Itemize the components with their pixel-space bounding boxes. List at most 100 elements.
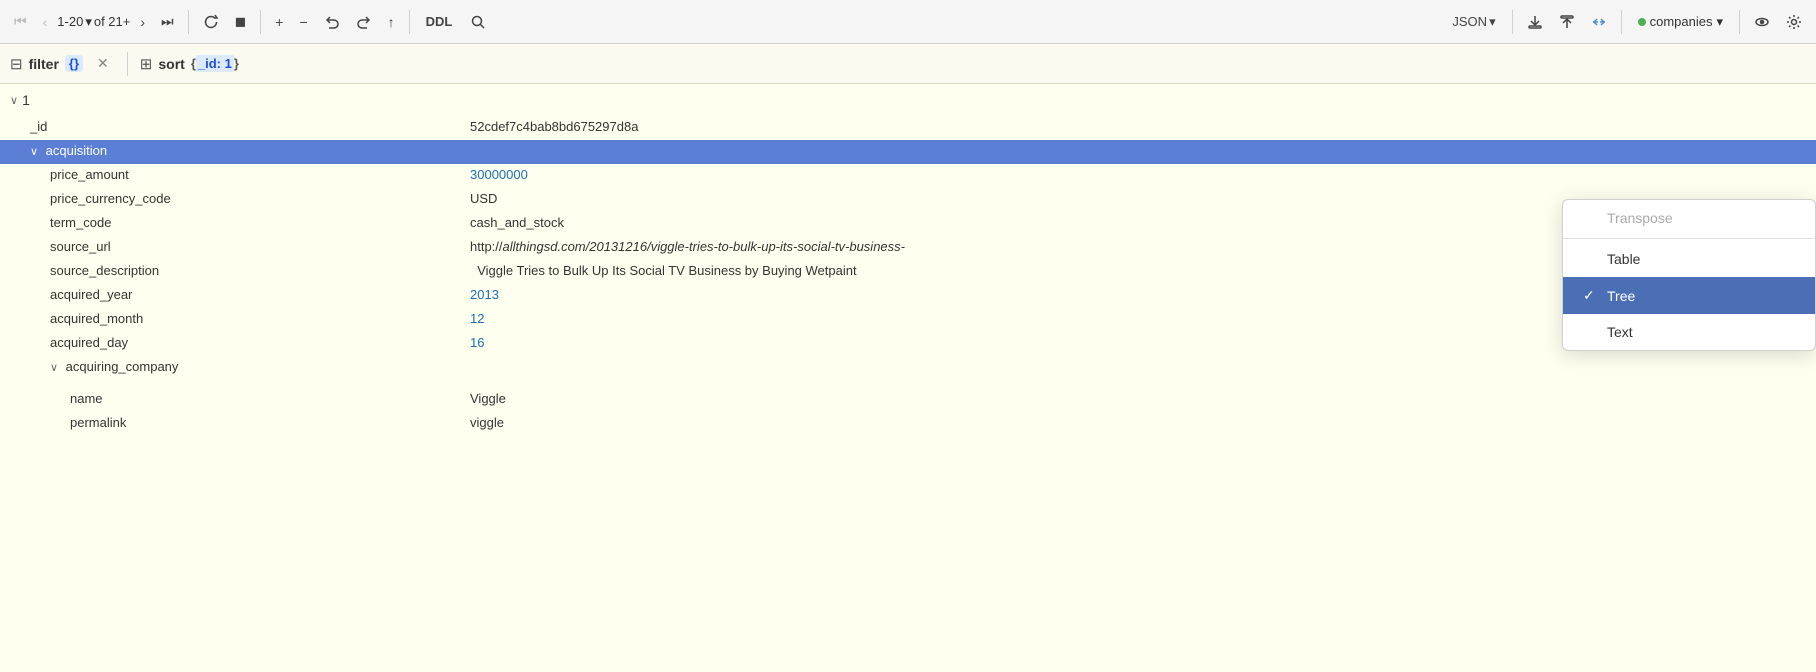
json-dropdown-button[interactable]: JSON ▾ [1444,10,1503,34]
field-key-id: _id [0,116,460,137]
field-val-id: 52cdef7c4bab8bd675297d8a [460,116,1816,137]
filter-label: filter [29,56,59,72]
collection-arrow: ▾ [1716,14,1723,30]
text-label: Text [1607,324,1633,340]
filter-bar: ⊟ filter {} ✕ ⊞ sort {_id: 1} [0,44,1816,84]
dropdown-item-tree[interactable]: ✓ Tree [1563,277,1815,314]
separator-1 [188,10,189,34]
field-val-acquisition [460,149,1816,155]
filter-section: ⊟ filter {} [10,55,83,73]
redo-button[interactable] [350,10,378,34]
field-row-id[interactable]: _id 52cdef7c4bab8bd675297d8a [0,116,1816,140]
field-val-name: Viggle [460,388,1816,409]
field-row-spacer [0,380,1816,388]
export-button[interactable] [1521,10,1549,34]
dropdown-item-table[interactable]: Table [1563,241,1815,277]
field-key-name: name [0,388,460,409]
url-prefix: http:// [470,239,503,254]
sort-icon: ⊞ [140,55,153,73]
promote-button[interactable]: ↑ [382,10,401,34]
add-button[interactable]: + [269,10,289,34]
doc-chevron: ∨ [10,94,18,107]
import-button[interactable] [1553,10,1581,34]
field-key-source-url: source_url [0,236,460,257]
field-row-acq-month[interactable]: acquired_month 12 [0,308,1816,332]
sort-section: ⊞ sort {_id: 1} [140,55,239,73]
nav-first-button[interactable]: ⏮ [8,9,33,34]
refresh-button[interactable] [197,10,225,34]
field-row-currency[interactable]: price_currency_code USD [0,188,1816,212]
sort-label: sort [158,56,184,72]
page-range-value: 1-20 [57,14,83,29]
filter-value[interactable]: {} [65,55,83,72]
field-row-acq-day[interactable]: acquired_day 16 [0,332,1816,356]
acquiring-company-chevron: ∨ [50,361,58,374]
field-val-permalink: viggle [460,412,1816,433]
dropdown-item-text[interactable]: Text [1563,314,1815,350]
remove-button[interactable]: − [293,10,313,34]
collection-name: companies [1650,14,1713,29]
view-button[interactable] [1748,10,1776,34]
field-row-source-url[interactable]: source_url http://allthingsd.com/2013121… [0,236,1816,260]
transpose-label: Transpose [1607,210,1673,226]
filter-funnel-icon: ⊟ [10,55,23,73]
main-area: ∨ 1 _id 52cdef7c4bab8bd675297d8a ∨ acqui… [0,84,1816,672]
separator-3 [409,10,410,34]
ddl-button[interactable]: DDL [418,10,461,33]
field-row-acquiring-company[interactable]: ∨ acquiring_company [0,356,1816,380]
separator-5 [1621,10,1622,34]
separator-6 [1739,10,1740,34]
field-row-acq-year[interactable]: acquired_year 2013 [0,284,1816,308]
field-val-acquiring-company [460,365,1816,371]
field-key-acq-year: acquired_year [0,284,460,305]
json-label: JSON [1452,14,1487,29]
dropdown-divider-1 [1563,238,1815,239]
toolbar: ⏮ ‹ 1-20 ▾ of 21+ › ⏭ ◼ + − ↑ DDL [0,0,1816,44]
undo-button[interactable] [318,10,346,34]
separator-4 [1512,10,1513,34]
field-row-name[interactable]: name Viggle [0,388,1816,412]
page-of-label: of 21+ [94,14,131,29]
field-key-acq-month: acquired_month [0,308,460,329]
filter-separator [127,52,128,76]
collection-status-dot [1638,18,1646,26]
field-key-acquiring-company: ∨ acquiring_company [0,356,460,377]
separator-2 [260,10,261,34]
field-val-price-amount: 30000000 [460,164,1816,185]
connect-button[interactable] [1585,10,1613,34]
field-row-source-desc[interactable]: source_description Viggle Tries to Bulk … [0,260,1816,284]
page-range: 1-20 ▾ of 21+ [57,14,130,30]
acquisition-chevron: ∨ [30,145,38,158]
field-row-permalink[interactable]: permalink viggle [0,412,1816,436]
nav-next-button[interactable]: › [134,10,151,34]
settings-button[interactable] [1780,10,1808,34]
field-key-term-code: term_code [0,212,460,233]
tree-content: ∨ 1 _id 52cdef7c4bab8bd675297d8a ∨ acqui… [0,84,1816,672]
json-arrow: ▾ [1489,14,1496,30]
dropdown-item-transpose[interactable]: Transpose [1563,200,1815,236]
nav-last-button[interactable]: ⏭ [155,9,180,34]
field-key-permalink: permalink [0,412,460,433]
doc-header: ∨ 1 [0,84,1816,116]
field-key-acq-day: acquired_day [0,332,460,353]
field-row-price-amount[interactable]: price_amount 30000000 [0,164,1816,188]
nav-prev-button[interactable]: ‹ [37,10,54,34]
stop-button[interactable]: ◼ [229,9,253,34]
field-row-term-code[interactable]: term_code cash_and_stock [0,212,1816,236]
view-dropdown-menu: Transpose Table ✓ Tree Text [1562,199,1816,351]
field-key-price-amount: price_amount [0,164,460,185]
sort-brace-close: } [234,56,239,71]
tree-check: ✓ [1583,287,1599,304]
field-key-currency: price_currency_code [0,188,460,209]
field-row-acquisition[interactable]: ∨ acquisition [0,140,1816,164]
doc-number: 1 [22,92,30,108]
collection-button[interactable]: companies ▾ [1630,10,1731,34]
page-range-arrow: ▾ [85,14,92,30]
filter-close-button[interactable]: ✕ [91,53,115,74]
sort-value[interactable]: {_id: 1} [191,56,239,71]
search-button[interactable] [464,10,492,34]
sort-key-value: _id: 1 [196,55,234,72]
field-key-acquisition: ∨ acquisition [0,140,460,161]
tree-label: Tree [1607,288,1635,304]
field-key-source-desc: source_description [0,260,460,281]
